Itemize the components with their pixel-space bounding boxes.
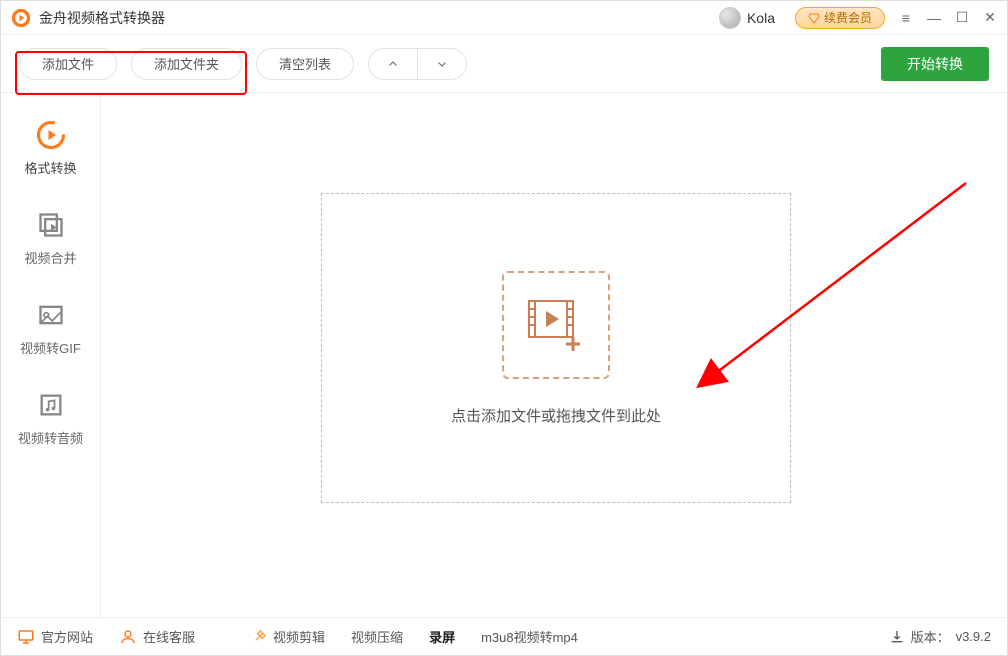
footer-label: 录屏 <box>429 627 455 646</box>
plug-icon <box>251 629 267 645</box>
video-merge-icon <box>36 210 66 240</box>
version-info: 版本： v3.9.2 <box>889 627 991 646</box>
version-value: v3.9.2 <box>956 629 991 644</box>
app-logo-icon <box>11 8 31 28</box>
chevron-up-icon <box>387 58 399 70</box>
drop-zone-text: 点击添加文件或拖拽文件到此处 <box>451 405 661 426</box>
headset-icon <box>119 628 137 646</box>
add-video-icon <box>525 297 587 353</box>
toolbar: 添加文件 添加文件夹 清空列表 开始转换 <box>1 35 1007 93</box>
user-name: Kola <box>747 10 775 26</box>
title-bar: 金舟视频格式转换器 Kola 续费会员 ≡ — ☐ ✕ <box>1 1 1007 35</box>
footer-video-edit[interactable]: 视频剪辑 <box>251 627 325 646</box>
move-group <box>368 48 467 80</box>
drop-zone-inner <box>502 271 610 379</box>
diamond-icon <box>808 12 820 24</box>
start-convert-button[interactable]: 开始转换 <box>881 47 989 81</box>
minimize-button[interactable]: — <box>927 11 941 25</box>
start-convert-label: 开始转换 <box>907 54 963 74</box>
move-down-button[interactable] <box>418 48 467 80</box>
window-controls: ≡ — ☐ ✕ <box>899 11 997 25</box>
drop-zone[interactable]: 点击添加文件或拖拽文件到此处 <box>321 193 791 503</box>
add-file-label: 添加文件 <box>42 54 94 73</box>
sidebar-item-video-to-audio[interactable]: 视频转音频 <box>1 373 100 463</box>
footer-label: 视频压缩 <box>351 627 403 646</box>
app-window: 金舟视频格式转换器 Kola 续费会员 ≡ — ☐ ✕ 添加文件 添加文件夹 清… <box>0 0 1008 656</box>
user-info[interactable]: Kola <box>719 7 775 29</box>
footer-official-site[interactable]: 官方网站 <box>17 627 93 646</box>
download-icon <box>889 629 905 645</box>
footer-label: 视频剪辑 <box>273 627 325 646</box>
footer-online-service[interactable]: 在线客服 <box>119 627 195 646</box>
add-folder-label: 添加文件夹 <box>154 54 219 73</box>
video-gif-icon <box>36 300 66 330</box>
footer-label: 在线客服 <box>143 627 195 646</box>
monitor-icon <box>17 628 35 646</box>
clear-list-button[interactable]: 清空列表 <box>256 48 354 80</box>
footer-label: m3u8视频转mp4 <box>481 627 578 646</box>
footer-label: 官方网站 <box>41 627 93 646</box>
add-folder-button[interactable]: 添加文件夹 <box>131 48 242 80</box>
sidebar-item-video-to-gif[interactable]: 视频转GIF <box>1 283 100 373</box>
sidebar-label: 格式转换 <box>24 158 76 177</box>
chevron-down-icon <box>436 58 448 70</box>
add-file-button[interactable]: 添加文件 <box>19 48 117 80</box>
sidebar: 格式转换 视频合并 视频转GIF 视频转音频 <box>1 93 101 617</box>
sidebar-label: 视频转GIF <box>20 338 81 357</box>
move-up-button[interactable] <box>368 48 418 80</box>
version-label: 版本： <box>911 627 950 646</box>
user-avatar-icon <box>719 7 741 29</box>
format-convert-icon <box>36 120 66 150</box>
maximize-button[interactable]: ☐ <box>955 11 969 25</box>
sidebar-label: 视频合并 <box>24 248 76 267</box>
renew-vip-button[interactable]: 续费会员 <box>795 7 885 29</box>
app-title: 金舟视频格式转换器 <box>39 8 165 28</box>
footer: 官方网站 在线客服 视频剪辑 视频压缩 录屏 m3u8视频转mp4 版本： v3.… <box>1 617 1007 655</box>
sidebar-item-video-merge[interactable]: 视频合并 <box>1 193 100 283</box>
main-area: 点击添加文件或拖拽文件到此处 <box>101 93 1007 617</box>
footer-screen-record[interactable]: 录屏 <box>429 627 455 646</box>
menu-button[interactable]: ≡ <box>899 11 913 25</box>
sidebar-label: 视频转音频 <box>18 428 83 447</box>
close-button[interactable]: ✕ <box>983 11 997 25</box>
clear-list-label: 清空列表 <box>279 54 331 73</box>
footer-video-compress[interactable]: 视频压缩 <box>351 627 403 646</box>
body: 格式转换 视频合并 视频转GIF 视频转音频 <box>1 93 1007 617</box>
footer-m3u8[interactable]: m3u8视频转mp4 <box>481 627 578 646</box>
sidebar-item-format-convert[interactable]: 格式转换 <box>1 103 100 193</box>
video-audio-icon <box>36 390 66 420</box>
renew-vip-label: 续费会员 <box>824 9 872 26</box>
